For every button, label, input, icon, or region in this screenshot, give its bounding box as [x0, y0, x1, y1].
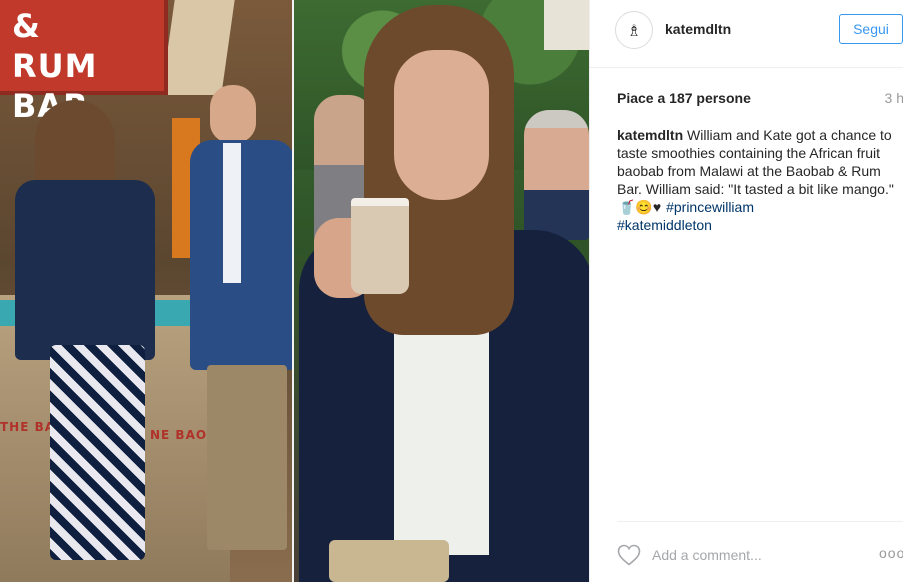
post-sidebar: ♗ katemdltn Segui Piace a 187 persone 3 …: [589, 0, 903, 582]
man-jacket: [190, 140, 292, 370]
man-head: [210, 85, 256, 143]
man-trousers: [207, 365, 287, 550]
photo-left-panel: BAOBAB & RUM BAR THE BAOB NE BAOBAB CANE: [0, 0, 292, 582]
man-figure: [185, 85, 292, 565]
username-link[interactable]: katemdltn: [665, 21, 731, 37]
bar-sign: BAOBAB & RUM BAR: [0, 0, 168, 125]
man-shirt: [223, 143, 241, 283]
post-header: ♗ katemdltn Segui: [590, 0, 903, 68]
hashtag-link[interactable]: #princewilliam: [666, 199, 754, 215]
caption-username[interactable]: katemdltn: [617, 127, 683, 143]
bystander-right: [524, 110, 589, 240]
comment-bar: ooo: [617, 521, 903, 582]
more-options-icon[interactable]: ooo: [879, 545, 903, 561]
clutch-bag: [329, 540, 449, 582]
photo-right-panel: [294, 0, 589, 582]
woman-figure-back: [10, 100, 160, 570]
woman-face: [394, 50, 489, 200]
wall-sign: [544, 0, 589, 50]
woman-drinking-figure: [294, 0, 589, 582]
woman-patterned-trousers: [50, 345, 145, 560]
likes-row: Piace a 187 persone 3 h: [617, 90, 903, 110]
post-time[interactable]: 3 h: [885, 90, 903, 106]
comment-input[interactable]: [652, 546, 852, 564]
woman-blazer: [15, 180, 155, 360]
avatar[interactable]: ♗: [615, 11, 653, 49]
bar-roof: [161, 0, 235, 95]
likes-count[interactable]: Piace a 187 persone: [617, 90, 751, 106]
post-photo: BAOBAB & RUM BAR THE BAOB NE BAOBAB CANE: [0, 0, 589, 582]
caption-emojis: 🥤😊♥: [618, 199, 662, 215]
post-caption: katemdltn William and Kate got a chance …: [617, 126, 903, 234]
smoothie-cup: [351, 198, 409, 294]
follow-button[interactable]: Segui: [839, 14, 903, 44]
heart-outline-icon[interactable]: [617, 544, 641, 566]
hashtag-link[interactable]: #katemiddleton: [617, 217, 712, 233]
instagram-post: BAOBAB & RUM BAR THE BAOB NE BAOBAB CANE: [0, 0, 903, 582]
bar-sign-line-1: BAOBAB &: [12, 0, 167, 45]
